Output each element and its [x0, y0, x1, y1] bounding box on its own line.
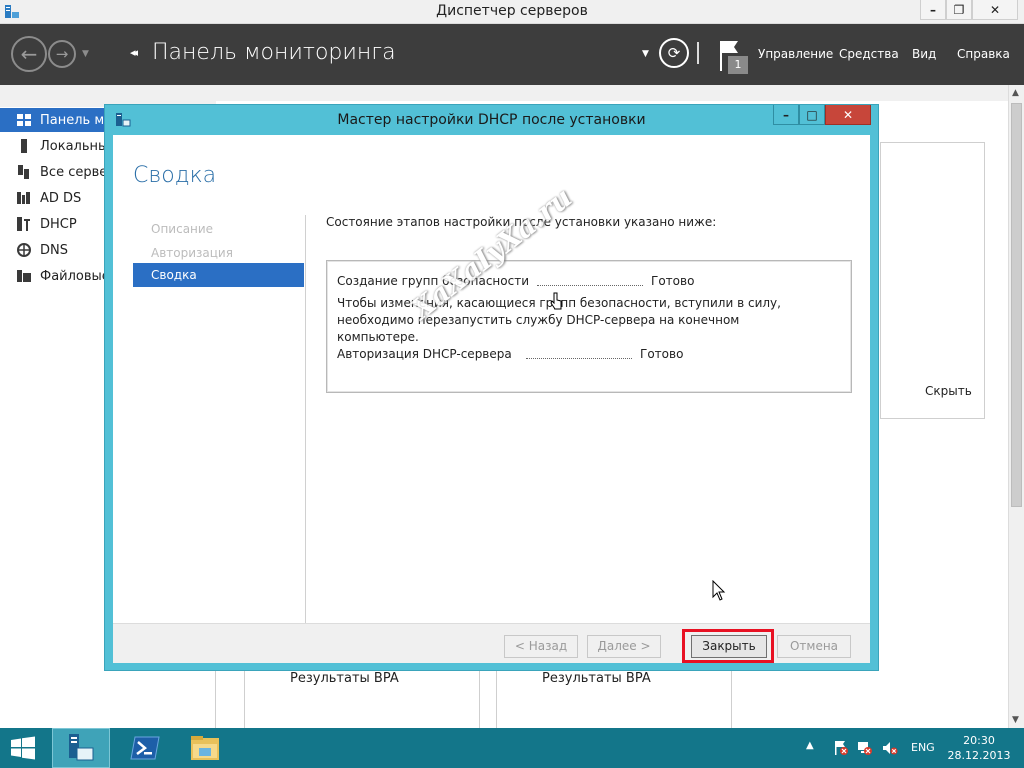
status-result-dhcp-authorization: Готово	[640, 347, 684, 361]
dotted-leader	[526, 358, 632, 359]
wizard-close-icon[interactable]: ✕	[825, 105, 871, 125]
powershell-icon	[130, 736, 160, 760]
dhcp-post-install-wizard: Мастер настройки DHCP после установки – …	[104, 104, 879, 671]
sidebar-item-label: DHCP	[40, 216, 77, 232]
wizard-client-area: Сводка Описание Авторизация Сводка Состо…	[113, 135, 870, 663]
welcome-panel: Скрыть	[880, 142, 985, 419]
next-button[interactable]: Далее >	[587, 635, 661, 658]
bpa-tile[interactable]: Результаты BPA	[244, 670, 480, 730]
taskbar-server-manager[interactable]	[52, 728, 110, 768]
step-authorization: Авторизация	[151, 246, 233, 260]
minimize-icon[interactable]: –	[920, 0, 946, 20]
system-clock[interactable]: 20:30 28.12.2013	[944, 733, 1014, 763]
network-icon[interactable]	[857, 740, 873, 756]
tray-show-hidden-icon[interactable]: ▲	[806, 740, 814, 751]
steps-divider	[305, 215, 306, 631]
notification-count-badge: 1	[728, 56, 748, 74]
back-button[interactable]: < Назад	[504, 635, 578, 658]
clock-date: 28.12.2013	[947, 749, 1011, 762]
taskbar-file-explorer[interactable]	[176, 728, 234, 768]
taskbar: ▲ ENG 20:30 28.12.2013	[0, 728, 1024, 768]
status-box: Создание групп безопасности Готово Чтобы…	[326, 260, 852, 393]
folder-icon	[191, 736, 219, 760]
sidebar-item-label: DNS	[40, 242, 68, 258]
close-button[interactable]: Закрыть	[691, 635, 767, 658]
clock-time: 20:30	[963, 734, 995, 747]
server-manager-toolbar: ← → ▼ ◂◂ Панель мониторинга ▼ ⟳ 1 Управл…	[0, 24, 1024, 85]
volume-muted-icon[interactable]	[882, 740, 898, 756]
close-icon[interactable]: ✕	[972, 0, 1018, 20]
breadcrumb-arrows-icon: ◂◂	[130, 46, 138, 59]
scroll-down-icon[interactable]: ▼	[1012, 715, 1019, 725]
dns-icon	[17, 243, 31, 257]
wizard-title: Мастер настройки DHCP после установки	[337, 112, 646, 128]
scroll-up-icon[interactable]: ▲	[1012, 88, 1019, 98]
window-title: Диспетчер серверов	[436, 3, 588, 19]
bpa-tile-label: Результаты BPA	[290, 671, 399, 686]
nav-history-dropdown-icon[interactable]: ▼	[82, 49, 89, 59]
menu-view[interactable]: Вид	[912, 47, 936, 61]
status-result-security-groups: Готово	[651, 274, 695, 288]
wizard-maximize-icon[interactable]: □	[799, 105, 825, 125]
bpa-tile-label: Результаты BPA	[542, 671, 651, 686]
maximize-icon[interactable]: ❐	[946, 0, 972, 20]
dashboard-icon	[17, 114, 31, 126]
back-arrow-icon[interactable]: ←	[11, 36, 47, 72]
wizard-footer: < Назад Далее > Закрыть Отмена	[113, 623, 870, 663]
step-summary[interactable]: Сводка	[133, 263, 304, 287]
sidebar-item-label: AD DS	[40, 190, 82, 206]
server-manager-icon	[69, 734, 94, 761]
menu-manage[interactable]: Управление	[758, 47, 833, 61]
step-description: Описание	[151, 222, 214, 236]
window-controls: – ❐ ✕	[920, 0, 1018, 20]
dhcp-icon	[17, 217, 30, 231]
scroll-thumb[interactable]	[1011, 103, 1022, 507]
page-title: Панель мониторинга	[152, 40, 396, 65]
vertical-scrollbar[interactable]: ▲ ▼	[1008, 85, 1024, 728]
input-language-indicator[interactable]: ENG	[911, 741, 935, 754]
status-line-dhcp-authorization: Авторизация DHCP-сервера	[337, 347, 512, 361]
wizard-window-controls: – □ ✕	[773, 105, 871, 125]
wizard-minimize-icon[interactable]: –	[773, 105, 799, 125]
wizard-heading: Сводка	[133, 163, 217, 188]
windows-start-icon[interactable]	[10, 736, 36, 760]
toolbar-separator	[697, 42, 699, 64]
hide-link[interactable]: Скрыть	[925, 384, 972, 398]
file-services-icon	[17, 270, 31, 282]
local-server-icon	[21, 139, 27, 153]
server-manager-titlebar: Диспетчер серверов – ❐ ✕	[0, 0, 1024, 24]
dotted-leader	[537, 285, 643, 286]
all-servers-icon	[18, 165, 29, 179]
refresh-icon[interactable]: ⟳	[659, 38, 689, 68]
text-hand-cursor-icon	[550, 292, 562, 310]
cancel-button[interactable]: Отмена	[777, 635, 851, 658]
forward-arrow-icon[interactable]: →	[48, 40, 76, 68]
ad-ds-icon	[17, 192, 30, 204]
menu-tools[interactable]: Средства	[839, 47, 899, 61]
bpa-tile[interactable]: Результаты BPA	[496, 670, 732, 730]
action-center-flag-icon[interactable]	[833, 740, 849, 756]
breadcrumb-dropdown-icon[interactable]: ▼	[642, 49, 649, 59]
taskbar-powershell[interactable]	[116, 728, 174, 768]
mouse-pointer-icon	[712, 580, 726, 601]
main-header-strip	[216, 85, 1008, 101]
menu-help[interactable]: Справка	[957, 47, 1010, 61]
